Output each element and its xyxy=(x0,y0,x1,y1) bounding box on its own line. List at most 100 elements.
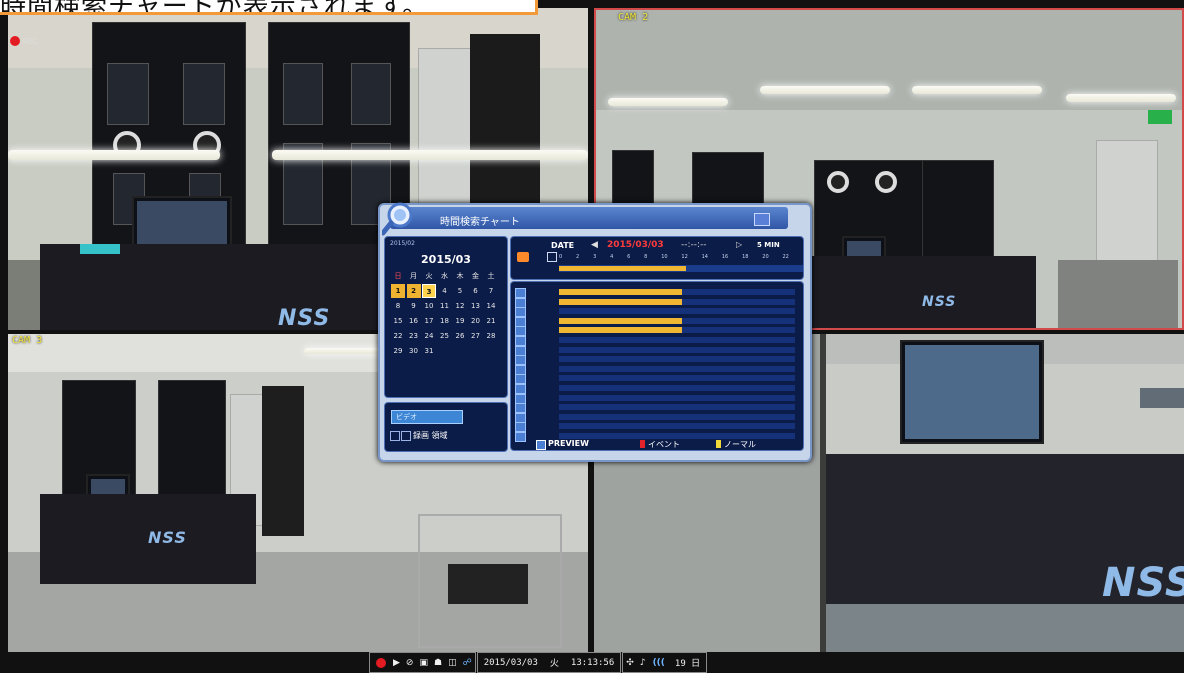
calendar-day[interactable]: 9 xyxy=(407,299,421,313)
channel-checkbox[interactable] xyxy=(515,412,526,423)
calendar-day[interactable]: 31 xyxy=(422,344,436,358)
calendar-day[interactable]: 10 xyxy=(422,299,436,313)
timeline-bar[interactable] xyxy=(559,265,803,272)
legend: PREVIEW イベント ノーマル xyxy=(536,437,796,451)
preview-checkbox[interactable] xyxy=(536,440,546,450)
calendar-month: 2015/03 xyxy=(421,253,471,266)
date-label: DATE xyxy=(551,241,575,250)
calendar-day[interactable]: 30 xyxy=(407,344,421,358)
dialog-title: 時間検索チャート xyxy=(440,217,520,228)
time-value[interactable]: --:--:-- xyxy=(681,240,707,250)
calendar-day[interactable]: 20 xyxy=(469,314,483,328)
channel-row[interactable] xyxy=(511,307,803,318)
calendar-day[interactable]: 27 xyxy=(469,329,483,343)
status-controls: ▶ ⊘ ▣ ☗ ◫ ☍ xyxy=(369,652,476,673)
channel-checkbox[interactable] xyxy=(515,288,526,298)
close-button[interactable] xyxy=(754,213,770,226)
channel-row[interactable] xyxy=(511,374,803,385)
status-time: 13:13:56 xyxy=(570,657,615,668)
calendar-day[interactable]: 22 xyxy=(391,329,405,343)
calendar-day[interactable]: 14 xyxy=(484,299,498,313)
channel-checkbox[interactable] xyxy=(515,326,526,337)
channel-checkbox[interactable] xyxy=(515,345,526,356)
calendar-grid: 日月火水木金土 1 2 3 4 5 6 7 8 9 10 11 12 13 14 15 16 17 18 19 20 21… xyxy=(391,269,501,358)
calendar-day[interactable]: 13 xyxy=(469,299,483,313)
calendar-day[interactable]: 3 xyxy=(422,284,436,298)
calendar-day[interactable]: 12 xyxy=(453,299,467,313)
calendar-day[interactable]: 11 xyxy=(438,299,452,313)
calendar-day[interactable]: 4 xyxy=(438,284,452,298)
channel-row[interactable] xyxy=(511,316,803,327)
channel-row[interactable] xyxy=(511,355,803,366)
calendar-day[interactable]: 17 xyxy=(422,314,436,328)
users-icon[interactable]: ☗ xyxy=(434,658,442,668)
channel-track xyxy=(559,423,795,430)
channel-checkbox[interactable] xyxy=(515,432,526,442)
record-dot-icon[interactable] xyxy=(376,657,386,668)
stop-icon[interactable]: ⊘ xyxy=(406,658,414,668)
calendar-day[interactable]: 8 xyxy=(391,299,405,313)
channel-checkbox[interactable] xyxy=(515,364,526,375)
channel-row[interactable] xyxy=(511,422,803,433)
channel-row[interactable] xyxy=(511,403,803,414)
save-icon[interactable]: ▣ xyxy=(419,658,428,668)
option-checkbox-2[interactable] xyxy=(401,431,411,441)
calendar-day[interactable]: 23 xyxy=(407,329,421,343)
calendar-day[interactable]: 24 xyxy=(422,329,436,343)
audio-icon[interactable]: ♪ xyxy=(640,658,646,668)
channel-row[interactable] xyxy=(511,412,803,423)
video-button[interactable]: ビデオ xyxy=(391,410,463,424)
channel-checkbox[interactable] xyxy=(515,355,526,366)
option-checkbox-1[interactable] xyxy=(390,431,400,441)
ptz-icon[interactable]: ✣ xyxy=(626,658,634,668)
channel-checkbox[interactable] xyxy=(515,422,526,433)
calendar-day[interactable]: 18 xyxy=(438,314,452,328)
previous-month[interactable]: 2015/02 xyxy=(390,240,415,247)
channel-row[interactable] xyxy=(511,384,803,394)
hour-tick: 8 xyxy=(644,254,648,260)
calendar-day[interactable]: 26 xyxy=(453,329,467,343)
date-value[interactable]: 2015/03/03 xyxy=(607,240,664,250)
channel-checkbox[interactable] xyxy=(515,403,526,414)
calendar-day[interactable]: 5 xyxy=(453,284,467,298)
interval-value[interactable]: 5 MIN xyxy=(757,241,780,249)
channel-timeline-grid[interactable] xyxy=(510,281,804,451)
calendar-day[interactable]: 6 xyxy=(469,284,483,298)
calendar-day[interactable]: 7 xyxy=(484,284,498,298)
channel-checkbox[interactable] xyxy=(515,384,526,394)
calendar-day[interactable]: 16 xyxy=(407,314,421,328)
calendar-day[interactable]: 15 xyxy=(391,314,405,328)
weekday-header: 土 xyxy=(487,272,495,280)
channel-checkbox[interactable] xyxy=(515,336,526,346)
next-arrow-icon[interactable]: ▷ xyxy=(736,240,742,249)
channel-row[interactable] xyxy=(511,364,803,375)
calendar-day[interactable]: 29 xyxy=(391,344,405,358)
select-all-checkbox[interactable] xyxy=(547,252,557,262)
calendar-day[interactable]: 1 xyxy=(391,284,405,298)
channel-row[interactable] xyxy=(511,345,803,356)
channel-checkbox[interactable] xyxy=(515,297,526,308)
play-icon[interactable]: ▶ xyxy=(393,658,400,668)
hour-tick: 14 xyxy=(701,254,708,260)
network-icon[interactable]: ☍ xyxy=(463,658,472,668)
prev-date-arrow-icon[interactable]: ◀ xyxy=(591,240,598,250)
calendar-day[interactable]: 25 xyxy=(438,329,452,343)
channel-row[interactable] xyxy=(511,297,803,308)
channel-checkbox[interactable] xyxy=(515,374,526,385)
channel-row[interactable] xyxy=(511,288,803,298)
channel-row[interactable] xyxy=(511,326,803,337)
channel-checkbox[interactable] xyxy=(515,316,526,327)
camera-icon[interactable]: ◫ xyxy=(448,658,457,668)
channel-row[interactable] xyxy=(511,336,803,346)
calendar-day[interactable]: 28 xyxy=(484,329,498,343)
recording-segment xyxy=(559,317,682,324)
calendar-day[interactable]: 21 xyxy=(484,314,498,328)
calendar-empty xyxy=(469,344,483,358)
channel-checkbox[interactable] xyxy=(515,307,526,318)
calendar-day[interactable]: 2 xyxy=(406,284,421,298)
channel-row[interactable] xyxy=(511,393,803,404)
channel-checkbox[interactable] xyxy=(515,393,526,404)
calendar-day[interactable]: 19 xyxy=(453,314,467,328)
channel-track xyxy=(559,356,795,363)
channel-track xyxy=(559,365,795,372)
